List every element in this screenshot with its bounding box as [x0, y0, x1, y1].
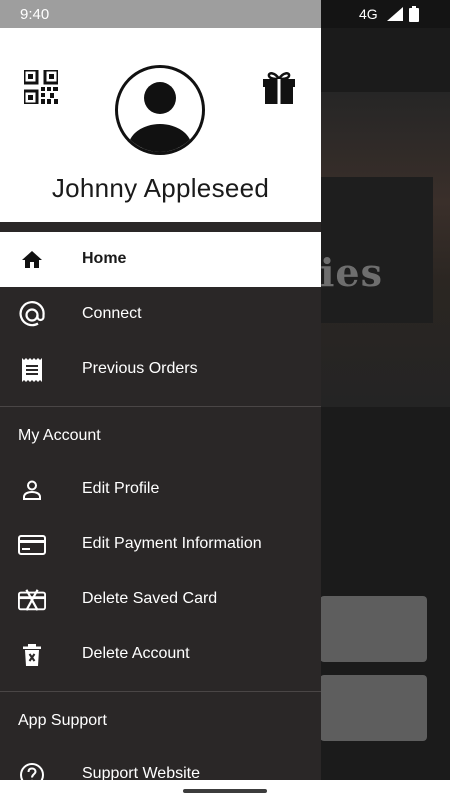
gift-icon[interactable]	[263, 70, 295, 104]
home-gesture-handle[interactable]	[183, 789, 267, 793]
person-icon	[18, 476, 46, 504]
divider	[0, 406, 321, 407]
status-bar: 9:40 4G	[0, 0, 450, 28]
home-icon	[18, 246, 46, 274]
system-nav-bar	[0, 780, 450, 800]
drawer-item-support-website[interactable]: Support Website	[0, 747, 321, 780]
drawer-item-label: Delete Account	[82, 645, 190, 662]
qr-code-icon[interactable]	[24, 70, 58, 104]
drawer-item-label: Delete Saved Card	[82, 590, 218, 607]
drawer-item-connect[interactable]: Connect	[0, 287, 321, 342]
network-type: 4G	[359, 6, 378, 22]
avatar[interactable]	[114, 64, 206, 161]
drawer-item-edit-profile[interactable]: Edit Profile	[0, 462, 321, 517]
drawer-item-delete-saved-card[interactable]: Delete Saved Card	[0, 572, 321, 627]
section-title-app-support: App Support	[18, 712, 107, 729]
drawer-item-label: Support Website	[82, 765, 200, 780]
drawer-item-label: Home	[82, 250, 127, 267]
at-icon	[18, 301, 46, 329]
navigation-drawer: Johnny Appleseed Home Connect Previous O…	[0, 28, 321, 780]
drawer-item-label: Previous Orders	[82, 360, 198, 377]
divider	[0, 691, 321, 692]
signal-icon	[387, 7, 403, 21]
drawer-item-previous-orders[interactable]: Previous Orders	[0, 342, 321, 397]
status-time: 9:40	[20, 6, 50, 23]
drawer-item-edit-payment[interactable]: Edit Payment Information	[0, 517, 321, 572]
drawer-header: Johnny Appleseed	[0, 28, 321, 222]
card-delete-icon	[18, 586, 46, 614]
drawer-item-label: Edit Payment Information	[82, 535, 262, 552]
drawer-item-home[interactable]: Home	[0, 232, 321, 287]
background-button-1	[320, 596, 427, 662]
receipt-icon	[18, 356, 46, 384]
credit-card-icon	[18, 531, 46, 559]
section-title-my-account: My Account	[18, 427, 101, 444]
user-name: Johnny Appleseed	[51, 173, 270, 203]
trash-icon	[18, 641, 46, 669]
background-button-2	[320, 675, 427, 741]
battery-icon	[409, 6, 419, 22]
help-icon	[18, 761, 46, 780]
drawer-item-label: Connect	[82, 305, 142, 322]
hero-text: ies	[320, 250, 384, 295]
drawer-item-label: Edit Profile	[82, 480, 160, 497]
drawer-item-delete-account[interactable]: Delete Account	[0, 627, 321, 682]
